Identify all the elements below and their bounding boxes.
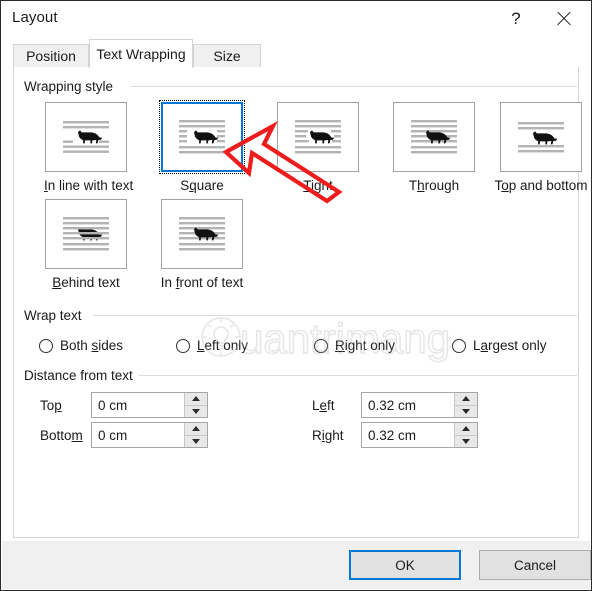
right-spin-up-button[interactable] bbox=[455, 423, 477, 435]
top-field-label: Top bbox=[40, 398, 62, 413]
caret-down-icon bbox=[192, 438, 200, 444]
left-spin-down-button[interactable] bbox=[455, 404, 477, 417]
wrap-option-label: Tight bbox=[303, 178, 333, 193]
left-distance-spinner[interactable] bbox=[361, 392, 478, 418]
caret-down-icon bbox=[192, 408, 200, 414]
radio-indicator bbox=[314, 338, 328, 353]
wrap-behind-text-thumbnail[interactable] bbox=[45, 199, 127, 269]
bottom-spin-down-button[interactable] bbox=[185, 434, 207, 447]
wrap-in-front-of-text-thumbnail[interactable] bbox=[161, 199, 243, 269]
wrapping-style-group-label: Wrapping style bbox=[24, 79, 121, 94]
wrap-option-through[interactable]: Through bbox=[392, 102, 476, 193]
distance-from-text-group-label: Distance from text bbox=[24, 368, 140, 383]
right-spin-buttons[interactable] bbox=[454, 423, 477, 447]
left-field-label: Left bbox=[312, 398, 335, 413]
wrap-behind-text-icon bbox=[63, 217, 109, 251]
caret-down-icon bbox=[462, 408, 470, 414]
wrap-text-group-label: Wrap text bbox=[24, 308, 89, 323]
layout-dialog: Layout ? Position Text Wrapping Size Wra… bbox=[0, 0, 592, 591]
wrap-option-label: Through bbox=[408, 178, 460, 193]
radio-indicator bbox=[176, 338, 190, 353]
top-distance-spinner[interactable] bbox=[91, 392, 208, 418]
wrap-square-icon bbox=[179, 120, 225, 154]
caret-down-icon bbox=[462, 438, 470, 444]
radio-largest-only[interactable]: Largest only bbox=[452, 338, 547, 353]
bottom-spin-buttons[interactable] bbox=[184, 423, 207, 447]
wrap-top-and-bottom-thumbnail[interactable] bbox=[500, 102, 582, 172]
left-spin-up-button[interactable] bbox=[455, 393, 477, 405]
wrap-option-in-line-with-text[interactable]: In line with text bbox=[44, 102, 134, 193]
radio-label: Left only bbox=[197, 338, 249, 353]
left-distance-input[interactable] bbox=[362, 393, 454, 417]
cancel-button[interactable]: Cancel bbox=[479, 550, 591, 580]
caret-up-icon bbox=[462, 426, 470, 432]
close-button[interactable] bbox=[541, 1, 585, 36]
right-spin-down-button[interactable] bbox=[455, 434, 477, 447]
bottom-distance-spinner[interactable] bbox=[91, 422, 208, 448]
question-mark-icon: ? bbox=[511, 8, 521, 28]
top-spin-buttons[interactable] bbox=[184, 393, 207, 417]
wrap-square-thumbnail[interactable] bbox=[159, 100, 245, 174]
wrap-option-in-front-of-text[interactable]: In front of text bbox=[160, 199, 244, 290]
radio-label: Largest only bbox=[473, 338, 547, 353]
top-distance-input[interactable] bbox=[92, 393, 184, 417]
tab-text-wrapping[interactable]: Text Wrapping bbox=[89, 39, 193, 68]
right-distance-spinner[interactable] bbox=[361, 422, 478, 448]
radio-label: Both sides bbox=[60, 338, 124, 353]
wrap-option-label: Square bbox=[180, 178, 224, 193]
wrap-text-group-rule bbox=[93, 315, 577, 316]
wrap-through-thumbnail[interactable] bbox=[393, 102, 475, 172]
wrap-in-front-of-text-icon bbox=[179, 217, 225, 251]
wrap-option-tight[interactable]: Tight bbox=[276, 102, 360, 193]
top-spin-down-button[interactable] bbox=[185, 404, 207, 417]
top-spin-up-button[interactable] bbox=[185, 393, 207, 405]
right-distance-input[interactable] bbox=[362, 423, 454, 447]
radio-left-only[interactable]: Left only bbox=[176, 338, 248, 353]
wrap-option-top-and-bottom[interactable]: Top and bottom bbox=[486, 102, 591, 193]
dialog-title: Layout bbox=[12, 9, 58, 26]
help-button[interactable]: ? bbox=[494, 1, 538, 36]
radio-both-sides[interactable]: Both sides bbox=[39, 338, 123, 353]
dialog-footer: OK Cancel bbox=[2, 541, 591, 589]
radio-indicator bbox=[452, 338, 466, 353]
radio-indicator bbox=[39, 338, 53, 353]
text-wrapping-panel: Wrapping style In line with text Square … bbox=[13, 67, 588, 538]
distance-from-text-group-rule bbox=[139, 375, 577, 376]
radio-label: Right only bbox=[335, 338, 396, 353]
wrap-option-label: Top and bottom bbox=[494, 178, 588, 193]
caret-up-icon bbox=[192, 396, 200, 402]
wrap-option-label: Behind text bbox=[52, 275, 120, 290]
bottom-field-label: Bottom bbox=[40, 428, 83, 443]
radio-right-only[interactable]: Right only bbox=[314, 338, 395, 353]
wrap-inline-with-text-thumbnail[interactable] bbox=[45, 102, 127, 172]
tab-size[interactable]: Size bbox=[193, 44, 261, 67]
wrap-top-and-bottom-icon bbox=[518, 122, 564, 153]
wrap-inline-with-text-icon bbox=[63, 121, 109, 153]
close-icon bbox=[555, 10, 572, 27]
bottom-spin-up-button[interactable] bbox=[185, 423, 207, 435]
ok-button[interactable]: OK bbox=[349, 550, 461, 580]
bottom-distance-input[interactable] bbox=[92, 423, 184, 447]
left-spin-buttons[interactable] bbox=[454, 393, 477, 417]
wrapping-style-group-rule bbox=[131, 86, 577, 87]
wrap-through-icon bbox=[411, 120, 457, 154]
caret-up-icon bbox=[462, 396, 470, 402]
wrap-option-square[interactable]: Square bbox=[159, 100, 245, 193]
right-field-label: Right bbox=[312, 428, 344, 443]
wrap-tight-icon bbox=[295, 120, 341, 154]
tab-position[interactable]: Position bbox=[13, 44, 89, 67]
wrap-option-label: In line with text bbox=[44, 178, 134, 193]
wrap-option-behind-text[interactable]: Behind text bbox=[44, 199, 128, 290]
caret-up-icon bbox=[192, 426, 200, 432]
wrap-tight-thumbnail[interactable] bbox=[277, 102, 359, 172]
tab-strip: Position Text Wrapping Size bbox=[13, 39, 579, 68]
wrap-option-label: In front of text bbox=[160, 275, 244, 290]
title-bar: Layout ? bbox=[1, 1, 591, 36]
